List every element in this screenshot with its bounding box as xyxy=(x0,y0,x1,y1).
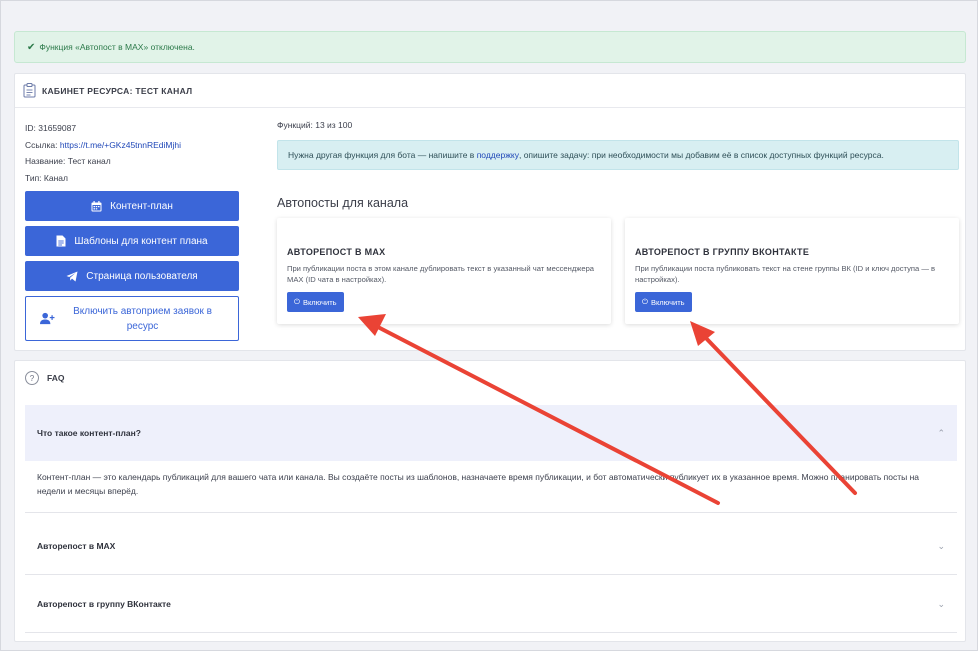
resource-type-row: Тип: Канал xyxy=(25,172,68,183)
resource-name-row: Название: Тест канал xyxy=(25,156,111,166)
faq-question[interactable]: Что такое контент-план? ⌃ xyxy=(25,405,957,461)
clipboard-icon xyxy=(23,83,36,98)
faq-header: ? FAQ xyxy=(15,361,965,395)
autorepost-vk-title: АВТОРЕПОСТ В ГРУППУ ВКОНТАКТЕ xyxy=(635,247,810,257)
autoposts-section-title: Автопосты для канала xyxy=(277,196,409,210)
faq-question[interactable]: Авторепост в MAX ⌄ xyxy=(25,518,957,574)
faq-card: ? FAQ Что такое контент-план? ⌃ Контент-… xyxy=(14,360,966,642)
content-plan-button[interactable]: Контент-план xyxy=(25,191,239,221)
check-icon: ✔ xyxy=(27,41,36,53)
faq-answer: Контент-план — это календарь публикаций … xyxy=(37,472,920,496)
functions-count: Функций: 13 из 100 xyxy=(277,120,353,130)
chevron-down-icon: ⌄ xyxy=(937,540,945,551)
auto-accept-button[interactable]: Включить автоприем заявок в ресурс xyxy=(25,296,239,341)
resource-link-row: Ссылка: https://t.me/+GKz45tnnREdiMjhi xyxy=(25,139,182,150)
resource-info: ID: 31659087 Ссылка: https://t.me/+GKz45… xyxy=(25,120,181,186)
faq-title: FAQ xyxy=(47,373,65,383)
resource-card-header: КАБИНЕТ РЕСУРСА: ТЕСТ КАНАЛ xyxy=(15,74,965,108)
autorepost-max-desc: При публикации поста в этом канале дубли… xyxy=(287,264,595,284)
enable-vk-button[interactable]: ⏻ Включить xyxy=(635,292,692,312)
info-alert: Нужна другая функция для бота — напишите… xyxy=(277,140,959,170)
chevron-up-icon: ⌃ xyxy=(937,427,945,438)
autorepost-vk-card: АВТОРЕПОСТ В ГРУППУ ВКОНТАКТЕ При публик… xyxy=(625,218,959,324)
resource-name: Тест канал xyxy=(67,156,111,166)
resource-card: КАБИНЕТ РЕСУРСА: ТЕСТ КАНАЛ ID: 31659087… xyxy=(14,73,966,351)
resource-id: 31659087 xyxy=(38,123,77,133)
templates-button[interactable]: Шаблоны для контент плана xyxy=(25,226,239,256)
faq-item-content-plan: Что такое контент-план? ⌃ Контент-план —… xyxy=(25,405,957,513)
calendar-icon xyxy=(91,200,102,211)
faq-question[interactable]: Авторепост в группу ВКонтакте ⌄ xyxy=(25,576,957,632)
resource-link[interactable]: https://t.me/+GKz45tnnREdiMjhi xyxy=(60,140,181,150)
power-icon: ⏻ xyxy=(642,297,648,306)
autorepost-max-card: АВТОРЕПОСТ В MAX При публикации поста в … xyxy=(277,218,611,324)
power-icon: ⏻ xyxy=(294,297,300,306)
resource-card-title: КАБИНЕТ РЕСУРСА: ТЕСТ КАНАЛ xyxy=(42,85,193,96)
faq-item-autorepost-vk: Авторепост в группу ВКонтакте ⌄ xyxy=(25,576,957,633)
faq-item-autorepost-max: Авторепост в MAX ⌄ xyxy=(25,518,957,575)
success-alert-text: Функция «Автопост в MAX» отключена. xyxy=(39,42,195,52)
autorepost-vk-desc: При публикации поста публиковать текст н… xyxy=(635,264,936,284)
question-circle-icon: ? xyxy=(25,371,39,385)
add-user-icon xyxy=(40,312,55,325)
resource-id-row: ID: 31659087 xyxy=(25,123,77,133)
resource-type: Канал xyxy=(43,172,68,183)
telegram-icon xyxy=(66,271,78,281)
autorepost-max-title: АВТОРЕПОСТ В MAX xyxy=(287,247,386,257)
chevron-down-icon: ⌄ xyxy=(937,598,945,609)
success-alert: ✔ Функция «Автопост в MAX» отключена. xyxy=(14,31,966,63)
user-page-button[interactable]: Страница пользователя xyxy=(25,261,239,291)
file-icon xyxy=(56,235,66,247)
enable-max-button[interactable]: ⏻ Включить xyxy=(287,292,344,312)
support-link[interactable]: поддержку xyxy=(477,150,519,160)
